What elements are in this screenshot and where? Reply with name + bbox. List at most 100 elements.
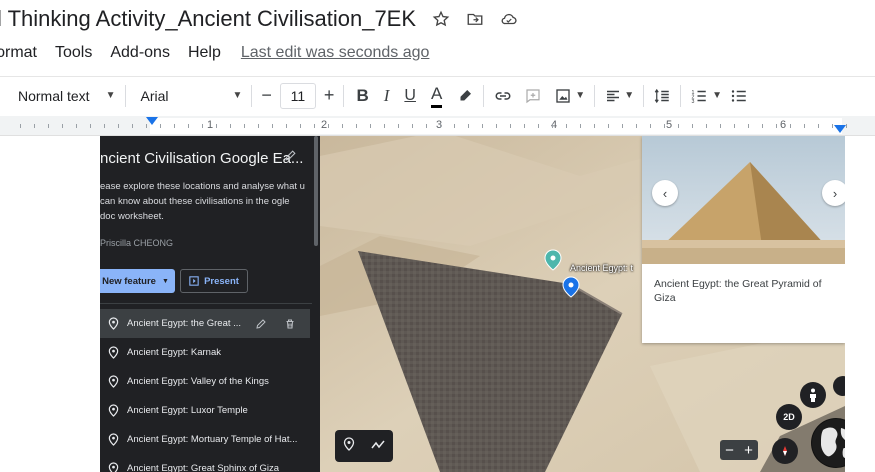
ruler-number: 2 [321,119,328,131]
chevron-down-icon: ▼ [161,277,169,285]
add-placemark-icon[interactable] [343,436,355,456]
zoom-in-button[interactable]: + [744,442,753,459]
right-indent-marker[interactable] [834,125,846,133]
edit-pencil-icon[interactable] [284,149,297,167]
trash-icon[interactable] [284,318,296,330]
feature-info-card: ‹ › Ancient Egypt: the Great Pyramid of … [642,136,845,343]
ruler-tick [426,124,427,128]
ruler-tick [832,124,833,128]
feature-item[interactable]: Ancient Egypt: Luxor Temple [100,396,310,425]
move-to-folder-icon[interactable] [466,10,484,28]
bulleted-list-icon[interactable] [730,82,748,110]
highlight-pen-icon[interactable] [456,82,474,110]
feature-item[interactable]: Ancient Egypt: Karnak [100,338,310,367]
chevron-down-icon[interactable]: ▼ [575,90,585,101]
insert-link-icon[interactable] [494,82,512,110]
ruler-tick [118,124,119,128]
ruler-tick [748,124,749,128]
bold-button[interactable]: B [356,82,368,110]
line-spacing-icon[interactable] [653,82,671,110]
underline-button[interactable]: U [404,82,416,110]
menu-tools[interactable]: Tools [55,44,92,62]
toolbar-divider [643,84,645,107]
ruler-tick [552,124,553,128]
ruler-tick [132,124,133,128]
chevron-down-icon[interactable]: ▼ [712,90,722,101]
ruler-tick [342,124,343,128]
last-edit-link[interactable]: Last edit was seconds ago [241,44,430,62]
feature-label: Ancient Egypt: Great Sphinx of Giza [127,463,280,472]
new-feature-button[interactable]: New feature ▼ [100,269,175,293]
location-pin-icon [100,375,127,388]
numbered-list-icon[interactable]: 123 [690,82,708,110]
chevron-down-icon[interactable]: ▼ [106,90,116,101]
increase-font-size-button[interactable]: + [324,82,335,110]
earth-project-panel: ncient Civilisation Google Ea... ease ex… [100,136,320,472]
document-title[interactable]: l Thinking Activity_Ancient Civilisation… [0,6,416,32]
text-color-button[interactable]: A [430,84,443,108]
ruler-tick [160,124,161,128]
menu-add-ons[interactable]: Add-ons [110,44,170,62]
ruler-tick [286,124,287,128]
ruler-tick [510,124,511,128]
cloud-saved-icon[interactable] [500,10,518,28]
toolbar-divider [125,84,127,107]
location-pin-icon [100,462,127,472]
menu-help[interactable]: Help [188,44,221,62]
edit-pencil-icon[interactable] [255,318,267,330]
present-label: Present [204,275,239,287]
map-pin-label[interactable]: Ancient Egypt: t [570,263,633,273]
ruler-tick [650,124,651,128]
google-earth-embed[interactable]: ncient Civilisation Google Ea... ease ex… [100,136,845,472]
toolbar: Normal text ▼ Arial ▼ − 11 + B I U A ▼ ▼… [0,76,875,114]
feature-label: Ancient Egypt: Karnak [127,347,221,358]
present-button[interactable]: Present [180,269,248,293]
card-next-button[interactable]: › [822,180,845,206]
ruler-tick [258,124,259,128]
location-pin-icon [100,317,127,330]
compass-icon[interactable] [772,438,798,464]
ruler-tick [636,124,637,128]
align-left-icon[interactable] [604,82,622,110]
ruler-tick [692,124,693,128]
zoom-out-button[interactable]: − [725,442,734,459]
ruler-tick [384,124,385,128]
card-prev-button[interactable]: ‹ [652,180,678,206]
menu-format[interactable]: ɔrmat [0,44,37,62]
ruler-tick [776,124,777,128]
decrease-font-size-button[interactable]: − [261,82,272,110]
toggle-2d-button[interactable]: 2D [776,404,802,430]
ruler-tick [356,124,357,128]
ruler[interactable]: 1 2 3 4 5 6 [0,116,875,136]
map-tools-bar [335,430,393,462]
italic-button[interactable]: I [384,82,390,110]
location-pin-icon [100,404,127,417]
ruler-tick [202,124,203,128]
ruler-number: 1 [207,119,214,131]
feature-item[interactable]: Ancient Egypt: the Great ... [100,309,310,338]
draw-path-icon[interactable] [371,437,385,455]
ruler-tick [580,124,581,128]
toolbar-divider [343,84,345,107]
panel-divider [100,303,312,304]
street-view-pegman-icon[interactable] [800,382,826,408]
feature-item[interactable]: Ancient Egypt: Mortuary Temple of Hat... [100,425,310,454]
font-family-select[interactable]: Arial [140,88,168,104]
ruler-tick [20,124,21,128]
insert-image-icon[interactable] [554,82,572,110]
project-title[interactable]: ncient Civilisation Google Ea... [100,150,303,167]
add-comment-icon[interactable] [524,82,542,110]
left-indent-marker[interactable] [146,117,158,125]
chevron-down-icon[interactable]: ▼ [233,90,243,101]
paragraph-style-select[interactable]: Normal text [18,88,90,104]
panel-scrollbar[interactable] [314,136,318,246]
feature-item[interactable]: Ancient Egypt: Great Sphinx of Giza [100,454,310,472]
chevron-down-icon[interactable]: ▼ [624,90,634,101]
ruler-tick [482,124,483,128]
location-pin-icon [100,346,127,359]
ruler-tick [594,124,595,128]
star-icon[interactable] [432,10,450,28]
font-size-input[interactable]: 11 [279,82,316,109]
feature-item[interactable]: Ancient Egypt: Valley of the Kings [100,367,310,396]
ruler-tick [846,124,847,128]
